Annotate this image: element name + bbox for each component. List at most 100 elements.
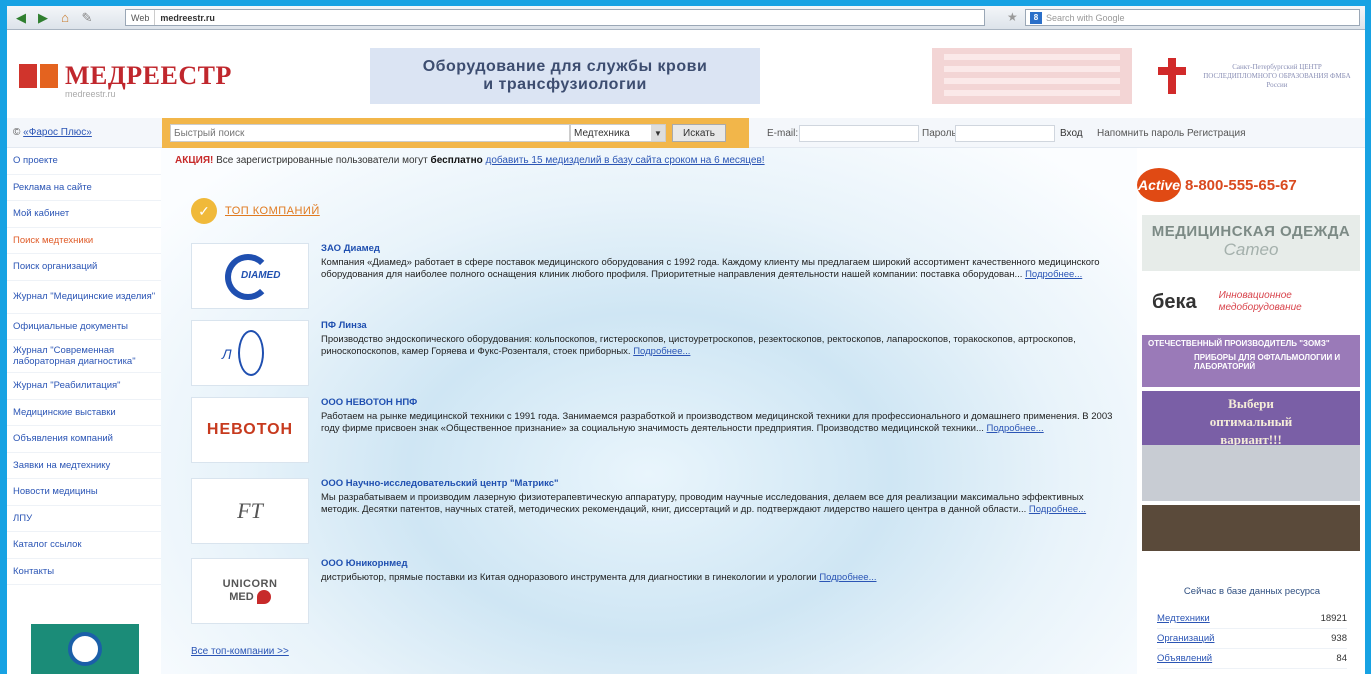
banner-tubes[interactable] (1142, 505, 1360, 551)
tools-icon[interactable]: ✎ (79, 10, 95, 26)
site-header: МЕДРЕЕСТР medreestr.ru Оборудование для … (7, 30, 1365, 118)
nav-item-links[interactable]: Каталог ссылок (7, 532, 161, 559)
nav-item-journal-rehab[interactable]: Журнал "Реабилитация" (7, 373, 161, 400)
remind-text[interactable]: Напомнить пароль (1097, 128, 1184, 139)
nav-item-lpu[interactable]: ЛПУ (7, 506, 161, 532)
logo-subtitle: medreestr.ru (65, 89, 116, 99)
logo-mark-icon (19, 64, 59, 88)
quick-search: Медтехника ▼ Искать (162, 118, 749, 148)
all-companies-link[interactable]: Все топ-компании >> (191, 646, 289, 657)
promo-label: АКЦИЯ! (175, 155, 214, 166)
promo-text: Все зарегистрированные пользователи могу… (216, 155, 428, 166)
company-desc: Мы разрабатываем и производим лазерную ф… (321, 492, 1084, 515)
company-name[interactable]: ПФ Линза (321, 320, 1121, 332)
back-icon[interactable]: ◀ (13, 10, 29, 26)
nav-item-requests[interactable]: Заявки на медтехнику (7, 453, 161, 479)
bookmark-star-icon[interactable]: ★ (1007, 10, 1018, 24)
company-logo-diamed[interactable]: DIAMED (191, 243, 309, 309)
banner-medical-clothes[interactable]: МЕДИЦИНСКАЯ ОДЕЖДА Cameo (1142, 215, 1360, 271)
checkmark-icon: ✓ (191, 198, 217, 224)
site-logo[interactable]: МЕДРЕЕСТР medreestr.ru (19, 61, 232, 99)
promo-link[interactable]: добавить 15 медизделий в базу сайта срок… (486, 155, 765, 166)
nav-item-journal-lab[interactable]: Журнал "Современная лабораторная диагнос… (7, 340, 161, 373)
lenza-logo-text: Л (222, 346, 232, 362)
register-link[interactable]: Регистрация (1187, 128, 1245, 139)
top-companies-link[interactable]: ТОП КОМПАНИЙ (225, 205, 320, 217)
phone-number: 8-800-555-65-67 (1185, 176, 1297, 194)
forward-icon[interactable]: ▶ (35, 10, 51, 26)
top-companies-heading: ✓ ТОП КОМПАНИЙ (191, 198, 320, 224)
stats-label[interactable]: Медтехники (1157, 613, 1210, 624)
clothes-title: МЕДИЦИНСКАЯ ОДЕЖДА (1151, 223, 1351, 240)
nav-item-advertising[interactable]: Реклама на сайте (7, 175, 161, 201)
banner-equipment[interactable] (1142, 445, 1360, 501)
pharos-link[interactable]: «Фарос Плюс» (23, 127, 92, 138)
chevron-down-icon[interactable]: ▼ (651, 125, 665, 141)
copyright: © «Фарос Плюс» (13, 127, 92, 138)
beka-name: бека (1152, 290, 1197, 313)
password-field[interactable] (955, 125, 1055, 142)
stats-label[interactable]: Объявлений (1157, 653, 1212, 664)
stats-row: Организаций 938 (1157, 629, 1347, 649)
banner-beka[interactable]: бека Инновационное медоборудование (1142, 277, 1360, 327)
logo-name: МЕДРЕЕСТР (65, 61, 232, 90)
quick-search-input[interactable] (170, 124, 570, 142)
more-link[interactable]: Подробнее... (987, 423, 1044, 434)
banner-zomz[interactable]: ОТЕЧЕСТВЕННЫЙ ПРОИЗВОДИТЕЛЬ "ЗОМЗ" ПРИБО… (1142, 335, 1360, 387)
nav-item-search-equipment[interactable]: Поиск медтехники (7, 228, 161, 254)
password-label: Пароль: (922, 128, 960, 139)
company-name[interactable]: ООО Юникорнмед (321, 558, 1121, 570)
nav-item-ads[interactable]: Объявления компаний (7, 426, 161, 453)
active-phone-banner[interactable]: Active 8-800-555-65-67 (1137, 168, 1297, 202)
unicorn-logo-text-2: MED (229, 590, 254, 603)
postgraduate-center-banner[interactable]: Санкт-Петербургский ЦЕНТР ПОСЛЕДИПЛОМНОГ… (1155, 48, 1365, 104)
banner-pink[interactable] (932, 48, 1132, 104)
company-name[interactable]: ЗАО Диамед (321, 243, 1121, 255)
remind-password-link[interactable]: Напомнить пароль Регистрация (1097, 128, 1246, 139)
url-text: medreestr.ru (160, 12, 215, 23)
stats-value: 84 (1336, 653, 1347, 664)
more-link[interactable]: Подробнее... (1029, 504, 1086, 515)
company-logo-nevoton[interactable]: НЕВОТОН (191, 397, 309, 463)
search-login-row: © «Фарос Плюс» Медтехника ▼ Искать E-mai… (7, 118, 1365, 148)
choose-line-1: Выбери (1228, 396, 1274, 411)
right-sidebar: Active 8-800-555-65-67 МЕДИЦИНСКАЯ ОДЕЖД… (1137, 148, 1365, 674)
nav-item-contacts[interactable]: Контакты (7, 559, 161, 585)
home-icon[interactable]: ⌂ (57, 10, 73, 26)
unicorn-flag-icon (256, 590, 271, 604)
nav-item-documents[interactable]: Официальные документы (7, 314, 161, 340)
company-desc: Компания «Диамед» работает в сфере поста… (321, 257, 1100, 280)
nav-item-news[interactable]: Новости медицины (7, 479, 161, 506)
browser-search-bar[interactable]: 8 Search with Google (1025, 9, 1360, 26)
partner-logo[interactable] (31, 624, 139, 674)
browser-window: ◀ ▶ ⌂ ✎ Web medreestr.ru ★ 8 Search with… (7, 6, 1365, 674)
search-button[interactable]: Искать (672, 124, 726, 142)
company-name[interactable]: ООО НЕВОТОН НПФ (321, 397, 1121, 409)
more-link[interactable]: Подробнее... (633, 346, 690, 357)
stats-value: 18921 (1320, 613, 1347, 624)
unicorn-logo-text: UNICORN (222, 578, 278, 590)
login-button[interactable]: Вход (1060, 128, 1083, 139)
more-link[interactable]: Подробнее... (1025, 269, 1082, 280)
banner-blood-service[interactable]: Оборудование для службы крови и трансфуз… (370, 48, 760, 104)
more-link[interactable]: Подробнее... (819, 572, 876, 583)
company-logo-unicorn[interactable]: UNICORN MED (191, 558, 309, 624)
email-field[interactable] (799, 125, 919, 142)
nav-item-about[interactable]: О проекте (7, 148, 161, 175)
nav-item-search-orgs[interactable]: Поиск организаций (7, 254, 161, 281)
nav-item-exhibitions[interactable]: Медицинские выставки (7, 400, 161, 426)
company-logo-lenza[interactable]: Л (191, 320, 309, 386)
left-nav: О проекте Реклама на сайте Мой кабинет П… (7, 148, 161, 674)
nevoton-logo-text: НЕВОТОН (206, 421, 294, 438)
nav-item-cabinet[interactable]: Мой кабинет (7, 201, 161, 228)
category-select[interactable]: Медтехника ▼ (570, 124, 666, 142)
main-content: АКЦИЯ! Все зарегистрированные пользовате… (161, 148, 1137, 674)
promo-bold: бесплатно (430, 155, 483, 166)
site-identity[interactable]: Web (126, 10, 156, 25)
company-name[interactable]: ООО Научно-исследовательский центр "Матр… (321, 478, 1121, 490)
stats-label[interactable]: Организаций (1157, 633, 1214, 644)
google-icon[interactable]: 8 (1030, 11, 1042, 24)
company-logo-matrix[interactable]: FT (191, 478, 309, 544)
nav-item-journal-devices[interactable]: Журнал "Медицинские изделия" (7, 281, 161, 314)
address-bar[interactable]: Web medreestr.ru (125, 9, 985, 26)
